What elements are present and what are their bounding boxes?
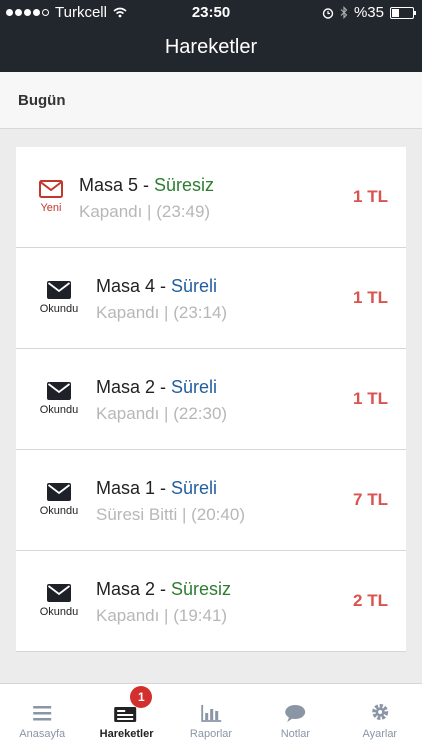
session-type: Süreli [171,377,218,397]
item-title: Masa 1 - Süreli [96,478,217,499]
mail-filled-icon [47,281,71,299]
bluetooth-icon [340,6,348,19]
tab-bar: Anasayfa 1 Hareketler Raporlar Notlar Ay… [0,683,422,751]
separator: - [138,175,155,195]
tab-raporlar[interactable]: Raporlar [169,684,253,751]
item-amount: 1 TL [353,288,388,307]
item-detail: Süresi Bitti | (20:40) [96,505,245,524]
top-bar: Turkcell 23:50 %35 Hareketler [0,0,422,72]
read-status: Okundu [39,606,79,618]
item-title: Masa 2 - Süresiz [96,579,231,600]
home-icon [33,706,52,721]
list-item[interactable]: Yeni Masa 5 - Süresiz Kapandı | (23:49) … [16,147,406,248]
item-amount: 7 TL [353,490,388,509]
list-icon [114,707,137,722]
item-detail: Kapandı | (23:49) [79,202,211,221]
list-item[interactable]: Okundu Masa 1 - Süreli Süresi Bitti | (2… [16,450,406,551]
read-status: Okundu [39,505,79,517]
session-type: Süresiz [154,175,215,195]
tab-notlar[interactable]: Notlar [253,684,337,751]
mail-outline-icon [39,180,63,198]
list-item[interactable]: Okundu Masa 4 - Süreli Kapandı | (23:14)… [16,248,406,349]
item-detail: Kapandı | (19:41) [96,606,228,625]
item-amount: 1 TL [353,187,388,206]
tab-label: Ayarlar [362,728,398,740]
separator: - [155,276,172,296]
mail-filled-icon [47,483,71,501]
mail-filled-icon [47,382,71,400]
separator: - [155,377,172,397]
tab-label: Hareketler [99,728,154,740]
item-title: Masa 5 - Süresiz [79,175,214,196]
section-header: Bugün [0,72,422,129]
tab-anasayfa[interactable]: Anasayfa [0,684,84,751]
item-amount: 1 TL [353,389,388,408]
item-title: Masa 4 - Süreli [96,276,217,297]
gear-icon [371,704,388,720]
session-type: Süresiz [171,579,232,599]
mail-filled-icon [47,584,71,602]
table-name: Masa 2 [96,579,156,599]
tab-label: Anasayfa [19,728,66,740]
item-amount: 2 TL [353,591,388,610]
chat-icon [285,705,306,722]
section-title: Bugün [18,92,66,109]
tab-label: Raporlar [189,728,233,740]
table-name: Masa 1 [96,478,156,498]
session-type: Süreli [171,478,218,498]
read-status: Yeni [40,202,62,214]
read-status: Okundu [39,404,79,416]
page-title: Hareketler [164,36,258,58]
item-detail: Kapandı | (23:14) [96,303,228,322]
battery-label: %35 [353,4,384,21]
alarm-icon [322,7,334,19]
tab-ayarlar[interactable]: Ayarlar [338,684,422,751]
table-name: Masa 2 [96,377,156,397]
table-name: Masa 4 [96,276,156,296]
battery-icon [390,6,416,19]
list-item[interactable]: Okundu Masa 2 - Süresiz Kapandı | (19:41… [16,551,406,652]
separator: - [155,478,172,498]
item-detail: Kapandı | (22:30) [96,404,228,423]
status-bar: Turkcell 23:50 %35 [0,0,422,24]
tab-label: Notlar [280,728,311,740]
item-title: Masa 2 - Süreli [96,377,217,398]
list-item[interactable]: Okundu Masa 2 - Süreli Kapandı | (22:30)… [16,349,406,450]
bar-chart-icon [201,705,221,722]
session-type: Süreli [171,276,218,296]
separator: - [155,579,172,599]
read-status: Okundu [39,303,79,315]
table-name: Masa 5 [79,175,139,195]
tab-hareketler[interactable]: 1 Hareketler [84,684,168,751]
